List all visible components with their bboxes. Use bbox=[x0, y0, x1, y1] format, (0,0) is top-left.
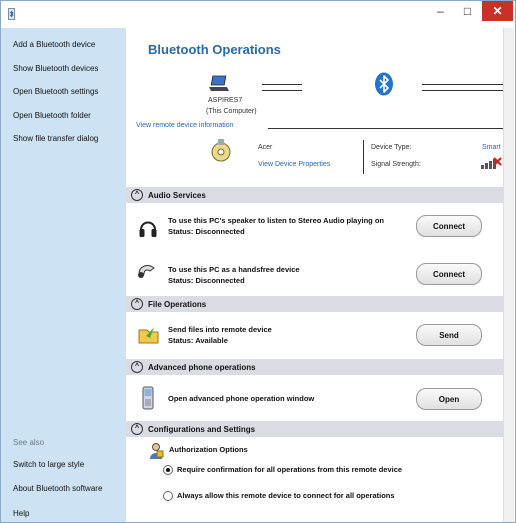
audio-row2-status: Status: Disconnected bbox=[168, 276, 245, 285]
sidebar-item-add-device[interactable]: Add a Bluetooth device bbox=[13, 40, 95, 49]
sidebar-item-show-devices[interactable]: Show Bluetooth devices bbox=[13, 64, 98, 73]
signal-strength-label: Signal Strength: bbox=[371, 161, 421, 168]
close-button[interactable]: ✕ bbox=[482, 1, 513, 21]
phone-operations-title: Advanced phone operations bbox=[148, 362, 256, 372]
sidebar-item-file-transfer[interactable]: Show file transfer dialog bbox=[13, 134, 98, 143]
send-button[interactable]: Send bbox=[416, 324, 482, 346]
computer-sub: (This Computer) bbox=[206, 108, 257, 115]
send-files-icon bbox=[138, 327, 159, 344]
signal-strength-icon bbox=[481, 157, 502, 169]
bluetooth-icon bbox=[375, 72, 393, 96]
sidebar-item-open-folder[interactable]: Open Bluetooth folder bbox=[13, 111, 91, 120]
option-always-allow[interactable]: Always allow this remote device to conne… bbox=[177, 490, 395, 501]
audio-row1-description: To use this PC's speaker to listen to St… bbox=[168, 216, 384, 225]
computer-name: ASPIRES7 bbox=[208, 97, 243, 104]
sidebar-item-help[interactable]: Help bbox=[13, 509, 29, 518]
sidebar-item-about[interactable]: About Bluetooth software bbox=[13, 484, 102, 493]
divider-line bbox=[268, 128, 504, 129]
chevron-up-icon[interactable]: ^ bbox=[131, 189, 143, 201]
view-remote-info-link[interactable]: View remote device information bbox=[136, 122, 234, 129]
maximize-button[interactable]: □ bbox=[454, 1, 481, 21]
option-require-confirmation[interactable]: Require confirmation for all operations … bbox=[177, 464, 402, 475]
radio-always-allow[interactable] bbox=[163, 491, 173, 501]
vertical-divider bbox=[363, 140, 364, 174]
configurations-title: Configurations and Settings bbox=[148, 424, 256, 434]
laptop-icon bbox=[209, 75, 229, 91]
device-name: Acer bbox=[258, 144, 273, 151]
page-title: Bluetooth Operations bbox=[148, 42, 281, 57]
connection-line bbox=[422, 84, 504, 85]
vertical-scrollbar[interactable] bbox=[503, 28, 514, 522]
see-also-heading: See also bbox=[13, 438, 45, 447]
configurations-header[interactable]: ^ Configurations and Settings bbox=[126, 421, 504, 437]
connection-line bbox=[422, 90, 504, 91]
phone-row-text: Open advanced phone operation window bbox=[168, 394, 315, 403]
chevron-up-icon[interactable]: ^ bbox=[131, 423, 143, 435]
sidebar-item-large-style[interactable]: Switch to large style bbox=[13, 460, 84, 469]
sidebar-item-open-settings[interactable]: Open Bluetooth settings bbox=[13, 87, 98, 96]
view-device-properties-link[interactable]: View Device Properties bbox=[258, 161, 330, 168]
authorization-options-title: Authorization Options bbox=[169, 445, 248, 454]
chevron-up-icon[interactable]: ^ bbox=[131, 361, 143, 373]
phone-operations-header[interactable]: ^ Advanced phone operations bbox=[126, 359, 504, 375]
audio-services-header[interactable]: ^ Audio Services bbox=[126, 187, 504, 203]
audio-row2-description: To use this PC as a handsfree device bbox=[168, 265, 300, 274]
file-operations-header[interactable]: ^ File Operations bbox=[126, 296, 504, 312]
connection-line bbox=[262, 90, 302, 91]
connect-handsfree-button[interactable]: Connect bbox=[416, 263, 482, 285]
connect-stereo-button[interactable]: Connect bbox=[416, 215, 482, 237]
file-row-description: Send files into remote device bbox=[168, 325, 272, 334]
chevron-up-icon[interactable]: ^ bbox=[131, 298, 143, 310]
headphones-icon bbox=[139, 221, 157, 237]
audio-row2-text: To use this PC as a handsfree device Sta… bbox=[168, 264, 300, 286]
minimize-button[interactable]: – bbox=[427, 1, 454, 21]
file-row-text: Send files into remote device Status: Av… bbox=[168, 324, 272, 346]
file-row-status: Status: Available bbox=[168, 336, 228, 345]
main-panel: Bluetooth Operations ASPIRES7 (This Comp… bbox=[126, 28, 514, 522]
title-bar: – □ ✕ bbox=[1, 1, 515, 28]
operations-content: Bluetooth Operations ASPIRES7 (This Comp… bbox=[126, 28, 504, 522]
device-type-value: Smart bbox=[482, 144, 501, 151]
open-button[interactable]: Open bbox=[416, 388, 482, 410]
audio-services-title: Audio Services bbox=[148, 190, 206, 200]
authorization-icon bbox=[150, 443, 164, 459]
file-operations-title: File Operations bbox=[148, 299, 207, 309]
device-settings-icon bbox=[211, 139, 231, 162]
device-type-label: Device Type: bbox=[371, 144, 412, 151]
bluetooth-window: – □ ✕ Add a Bluetooth device Show Blueto… bbox=[0, 0, 516, 523]
audio-row1-text: To use this PC's speaker to listen to St… bbox=[168, 215, 384, 237]
radio-require-confirmation[interactable] bbox=[163, 465, 173, 475]
audio-row1-status: Status: Disconnected bbox=[168, 227, 245, 236]
handsfree-icon bbox=[138, 265, 155, 278]
phone-icon bbox=[142, 386, 154, 410]
sidebar: Add a Bluetooth device Show Bluetooth de… bbox=[1, 28, 126, 522]
bluetooth-app-icon bbox=[8, 8, 15, 20]
connection-line bbox=[262, 84, 302, 85]
